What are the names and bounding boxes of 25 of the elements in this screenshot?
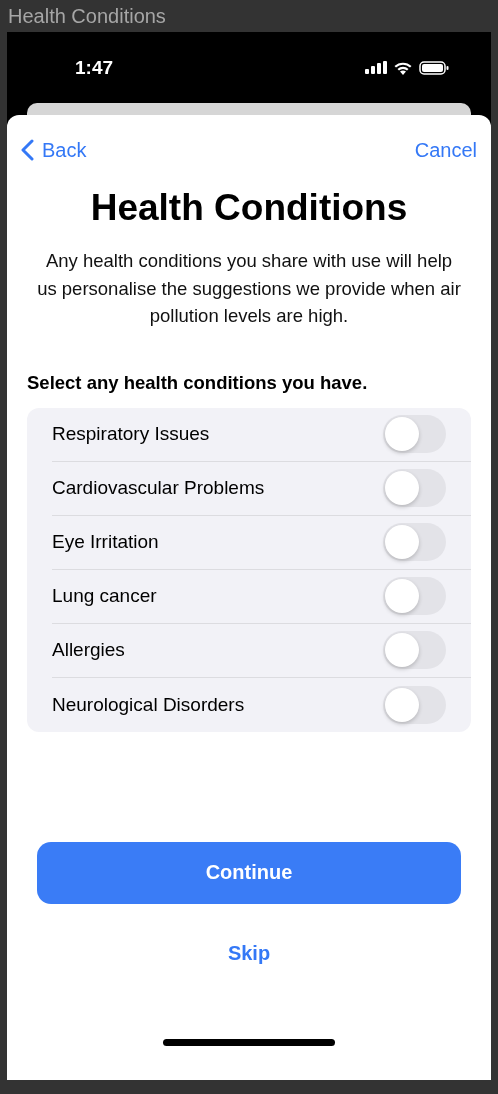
toggle-switch[interactable] [383, 415, 446, 453]
status-time: 1:47 [75, 56, 114, 79]
toggle-switch[interactable] [383, 631, 446, 669]
condition-label: Lung cancer [52, 585, 157, 607]
condition-label: Respiratory Issues [52, 423, 210, 445]
toggle-switch[interactable] [383, 469, 446, 507]
signal-icon [365, 61, 387, 74]
condition-label: Neurological Disorders [52, 693, 245, 716]
continue-button[interactable]: Continue [37, 841, 461, 904]
wifi-icon [393, 60, 413, 75]
condition-label: Allergies [52, 639, 125, 661]
chevron-left-icon [21, 139, 34, 161]
section-heading: Select any health conditions you have. [27, 371, 369, 394]
description: Any health conditions you share with use will help us personalise the suggestions we provide when air pollution levels are high. [36, 249, 462, 328]
window-title: Health Conditions [8, 4, 166, 28]
condition-label: Cardiovascular Problems [52, 477, 265, 499]
back-button[interactable]: Back [21, 138, 87, 162]
skip-button[interactable]: Skip [227, 941, 271, 965]
toggle-switch[interactable] [383, 523, 446, 561]
cancel-button[interactable]: Cancel [414, 138, 477, 162]
condition-label: Eye Irritation [52, 531, 159, 553]
battery-icon [419, 60, 449, 75]
page-title: Health Conditions [89, 187, 409, 229]
toggle-switch[interactable] [383, 577, 446, 615]
toggle-switch[interactable] [383, 685, 446, 724]
